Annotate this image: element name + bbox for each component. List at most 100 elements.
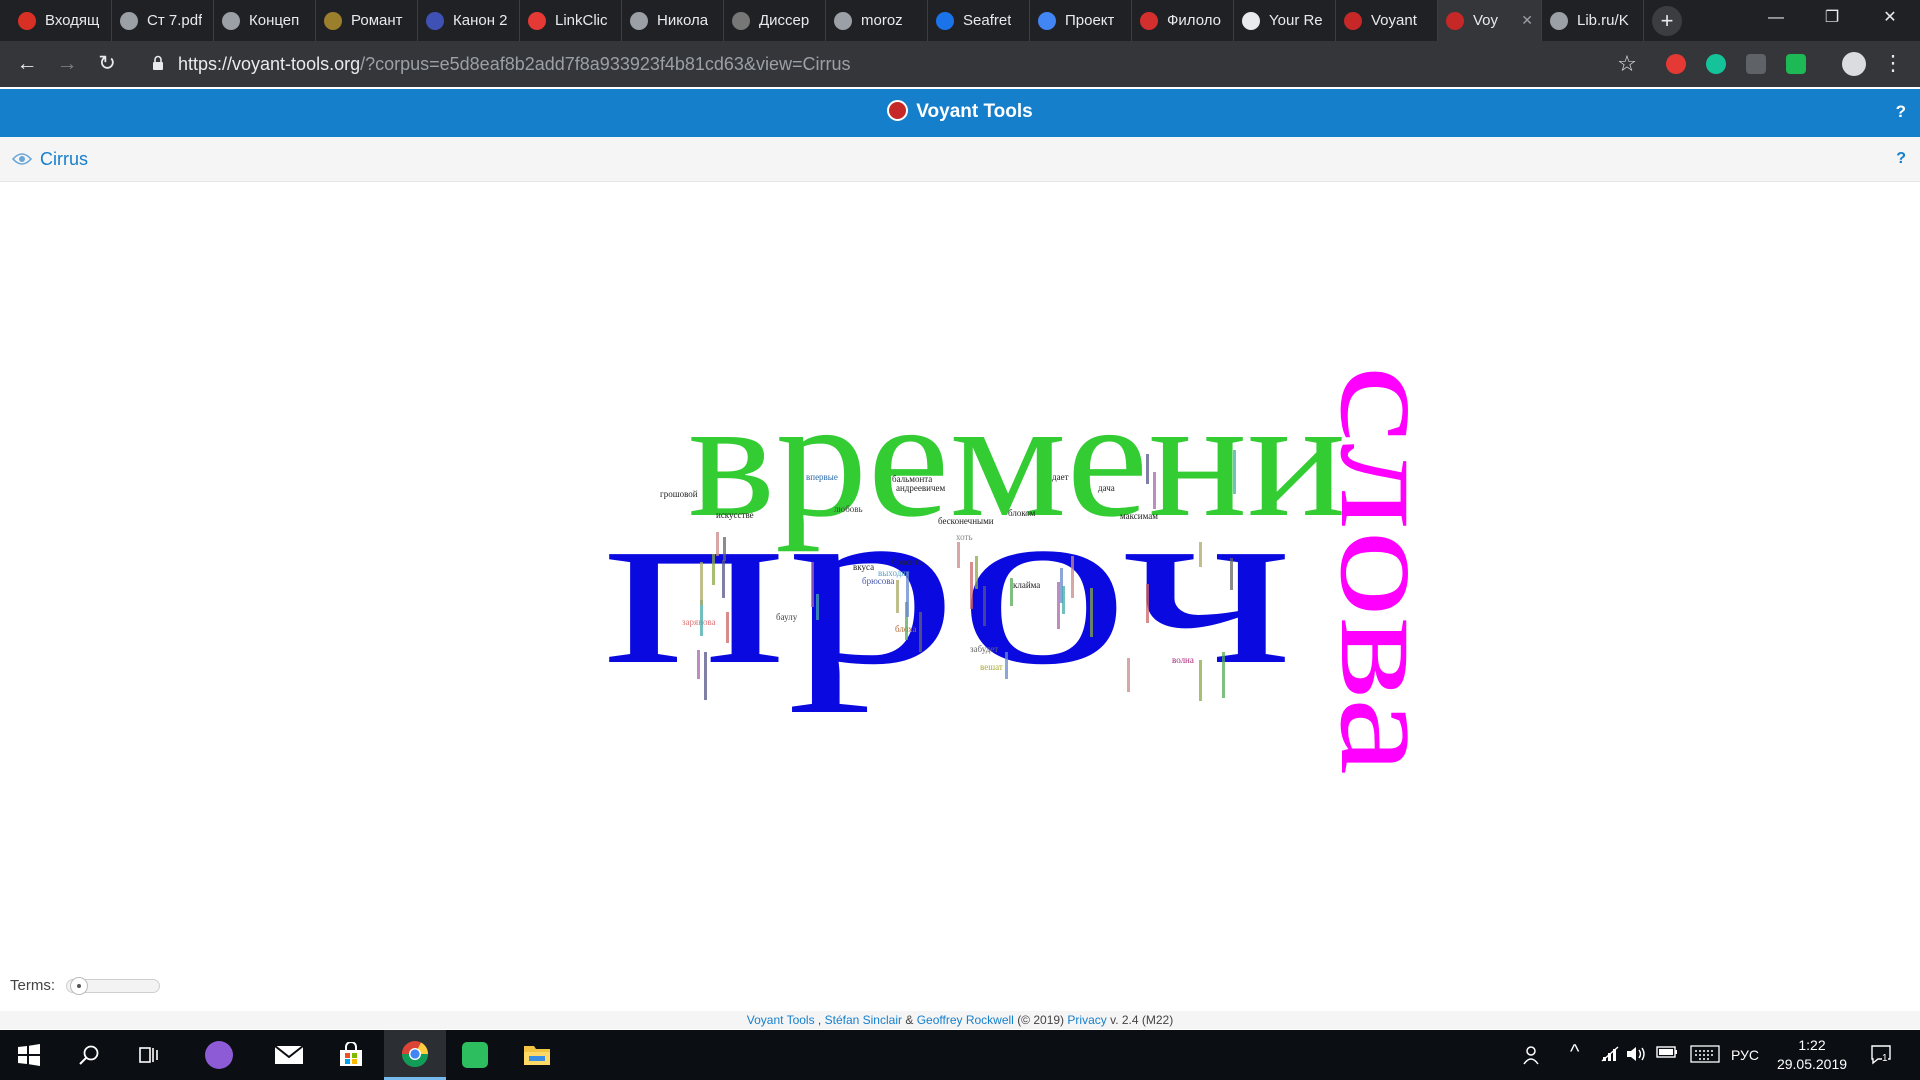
cloud-word-small[interactable]: любовь (834, 504, 863, 514)
r-icon (426, 11, 444, 30)
browser-tab[interactable]: Диссер (724, 0, 826, 41)
cloud-word-vertical-mark (716, 532, 719, 556)
forward-button[interactable]: → (52, 49, 82, 79)
notifications-icon[interactable]: 1 (1870, 1044, 1894, 1071)
browser-tab[interactable]: Никола (622, 0, 724, 41)
terms-slider-thumb[interactable] (69, 977, 88, 995)
browser-tab[interactable]: Филоло (1132, 0, 1234, 41)
mail-app-button[interactable] (260, 1030, 318, 1080)
cloud-word-vertical-mark (975, 556, 978, 589)
cloud-word-vertical-mark (957, 542, 960, 568)
browser-menu-icon[interactable]: ⋮ (1878, 49, 1908, 79)
minimize-button[interactable]: — (1748, 0, 1804, 36)
back-button[interactable]: ← (12, 49, 42, 79)
browser-tab[interactable]: moroz (826, 0, 928, 41)
cortana-button[interactable] (190, 1030, 248, 1080)
reload-button[interactable]: ↻ (92, 49, 122, 79)
keyboard-icon[interactable] (1690, 1045, 1720, 1068)
panel-help-button[interactable]: ? (1896, 137, 1906, 181)
github-icon (1242, 11, 1260, 30)
author-sinclair-link[interactable]: Stéfan Sinclair (825, 1013, 902, 1027)
evernote-extension-icon[interactable] (1786, 54, 1806, 74)
store-app-button[interactable] (322, 1030, 380, 1080)
cloud-word-small[interactable]: выходят (878, 568, 909, 578)
input-language[interactable]: РУС (1731, 1030, 1759, 1080)
cloud-word-small[interactable]: грошовой (660, 489, 698, 499)
address-bar[interactable]: https://voyant-tools.org/?corpus=e5d8eaf… (178, 41, 850, 87)
voyant-icon (1344, 11, 1362, 30)
network-icon[interactable] (1600, 1045, 1620, 1068)
app-help-button[interactable]: ? (1896, 89, 1906, 135)
tray-expand-icon[interactable]: ^ (1570, 1041, 1579, 1064)
browser-tab[interactable]: Входящ (10, 0, 112, 41)
task-view-button[interactable] (120, 1030, 178, 1080)
evernote-taskbar-button[interactable] (446, 1030, 504, 1080)
cloud-word-small[interactable]: блоком (1008, 508, 1036, 518)
extension-record-icon[interactable] (1666, 54, 1686, 74)
system-clock[interactable]: 1:22 29.05.2019 (1774, 1036, 1850, 1074)
cloud-word-small[interactable]: забудет (970, 644, 998, 654)
author-rockwell-link[interactable]: Geoffrey Rockwell (917, 1013, 1014, 1027)
restore-button[interactable]: ❐ (1804, 0, 1860, 36)
cloud-word-small[interactable]: андреевичем (896, 483, 945, 493)
tab-title: Ст 7.pdf (147, 12, 203, 29)
cloud-word-small[interactable]: бросить (892, 557, 923, 567)
browser-tab[interactable]: Voyant (1336, 0, 1438, 41)
extension-bulb-icon[interactable] (1746, 54, 1766, 74)
cloud-word-small[interactable]: максимам (1120, 511, 1158, 521)
cloud-word-vremeni[interactable]: времени (688, 364, 1346, 552)
search-icon (79, 1045, 99, 1065)
tab-title: Your Re (1269, 12, 1323, 29)
cloud-word-vertical-mark (1199, 660, 1202, 701)
tab-title: Концеп (249, 12, 300, 29)
cloud-word-small[interactable]: вкуса (853, 562, 874, 572)
start-button[interactable] (0, 1030, 58, 1080)
browser-tab[interactable]: LinkClic (520, 0, 622, 41)
cloud-word-vertical-mark (1230, 558, 1233, 590)
voyant-footer: Voyant Tools , Stéfan Sinclair & Geoffre… (0, 1011, 1920, 1029)
clock-date: 29.05.2019 (1776, 1056, 1848, 1072)
battery-icon[interactable] (1656, 1045, 1678, 1064)
browser-tab[interactable]: Романт (316, 0, 418, 41)
browser-tab[interactable]: Your Re (1234, 0, 1336, 41)
close-window-button[interactable]: ✕ (1862, 0, 1918, 36)
bookmark-star-icon[interactable]: ☆ (1612, 49, 1642, 79)
browser-tab[interactable]: Концеп (214, 0, 316, 41)
file-explorer-button[interactable] (508, 1030, 566, 1080)
cloud-word-small[interactable]: клайма (1013, 580, 1040, 590)
chrome-taskbar-button[interactable] (384, 1030, 446, 1080)
volume-icon[interactable] (1626, 1045, 1648, 1068)
cloud-word-small[interactable]: дает (1052, 472, 1069, 482)
cloud-word-small[interactable]: хоть (956, 532, 973, 542)
people-icon[interactable] (1523, 1045, 1543, 1070)
new-tab-button[interactable]: + (1652, 6, 1682, 36)
cloud-word-small[interactable]: зарянова (682, 617, 716, 627)
cloud-word-small[interactable]: бесконечными (938, 516, 994, 526)
profile-avatar-icon[interactable] (1842, 52, 1866, 76)
browser-tab[interactable]: Seafret (928, 0, 1030, 41)
privacy-link[interactable]: Privacy (1067, 1013, 1106, 1027)
browser-tab[interactable]: Lib.ru/K (1542, 0, 1644, 41)
cloud-word-vertical-mark (816, 594, 819, 620)
browser-tab[interactable]: Voy ✕ (1438, 0, 1542, 41)
cloud-word-small[interactable]: искусстве (716, 510, 754, 520)
cloud-word-small[interactable]: дача (1098, 483, 1115, 493)
voyant-tools-link[interactable]: Voyant Tools (747, 1013, 815, 1027)
lock-icon[interactable] (152, 55, 164, 71)
browser-tab[interactable]: Канон 2 (418, 0, 520, 41)
cloud-word-small[interactable]: впервые (806, 472, 838, 482)
browser-tab[interactable]: Ст 7.pdf (112, 0, 214, 41)
cloud-word-small[interactable]: волна (1172, 655, 1194, 665)
store-bag-icon (340, 1042, 362, 1066)
tab-title: Voy (1473, 12, 1499, 29)
tab-close-icon[interactable]: ✕ (1515, 12, 1533, 29)
cloud-word-slova[interactable]: слова (1311, 365, 1466, 775)
search-button[interactable] (60, 1030, 118, 1080)
microphone-icon (205, 1041, 233, 1069)
cloud-word-small[interactable]: баулу (776, 612, 798, 622)
tab-title: Филоло (1167, 12, 1221, 29)
browser-tab[interactable]: Проект (1030, 0, 1132, 41)
cloud-word-small[interactable]: вешат (980, 662, 1003, 672)
cloud-word-vertical-mark (1010, 578, 1013, 606)
grammarly-icon[interactable] (1706, 54, 1726, 74)
